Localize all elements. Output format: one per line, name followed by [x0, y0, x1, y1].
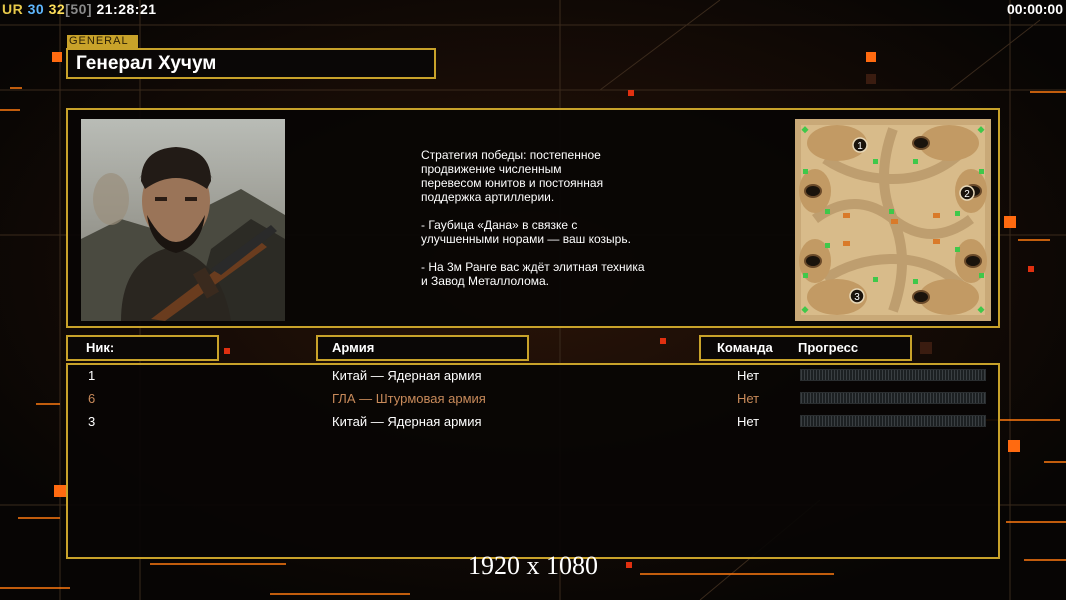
system-clock: 21:28:21	[96, 1, 157, 17]
resolution-label: 1920 x 1080	[468, 551, 598, 580]
column-header-team-progress: Команда Прогресс	[699, 335, 912, 361]
column-header-team: Команда	[717, 340, 773, 355]
general-portrait	[81, 119, 285, 321]
general-info-panel: Стратегия победы: постепенное продвижени…	[66, 108, 1000, 328]
player-army: ГЛА — Штурмовая армия	[332, 391, 486, 406]
map-preview: 1 2 3	[795, 119, 991, 321]
player-progress-bar	[800, 369, 986, 381]
logic-fps-value: 32	[48, 1, 66, 17]
column-header-army: Армия	[316, 335, 529, 361]
column-header-nick: Ник:	[66, 335, 219, 361]
player-nick: 6	[88, 391, 96, 406]
player-army: Китай — Ядерная армия	[332, 368, 482, 383]
player-row-local: 6 ГЛА — Штурмовая армия Нет	[68, 389, 998, 411]
ur-label: UR	[2, 1, 24, 17]
player-progress-bar	[800, 392, 986, 404]
column-header-progress: Прогресс	[798, 340, 859, 355]
start-position-3: 3	[854, 292, 860, 303]
player-row: 3 Китай — Ядерная армия Нет	[68, 412, 998, 434]
players-panel: 1 Китай — Ядерная армия Нет 6 ГЛА — Штур…	[66, 363, 1000, 559]
player-team: Нет	[737, 414, 760, 429]
start-position-1: 1	[857, 141, 863, 152]
player-team: Нет	[737, 368, 760, 383]
player-nick: 3	[88, 414, 96, 429]
fps-limit: [50]	[65, 1, 93, 17]
fps-value: 30	[27, 1, 45, 17]
general-tag: GENERAL	[67, 35, 138, 48]
perf-overlay: UR 30 32[50] 21:28:21	[2, 1, 157, 17]
player-team: Нет	[737, 391, 760, 406]
player-row: 1 Китай — Ядерная армия Нет	[68, 366, 998, 388]
player-army: Китай — Ядерная армия	[332, 414, 482, 429]
game-timer: 00:00:00	[1006, 1, 1063, 17]
start-position-2: 2	[964, 189, 970, 200]
general-description: Стратегия победы: постепенное продвижени…	[421, 148, 645, 288]
player-progress-bar	[800, 415, 986, 427]
player-nick: 1	[88, 368, 96, 383]
general-name: Генерал Хучум	[66, 48, 436, 79]
